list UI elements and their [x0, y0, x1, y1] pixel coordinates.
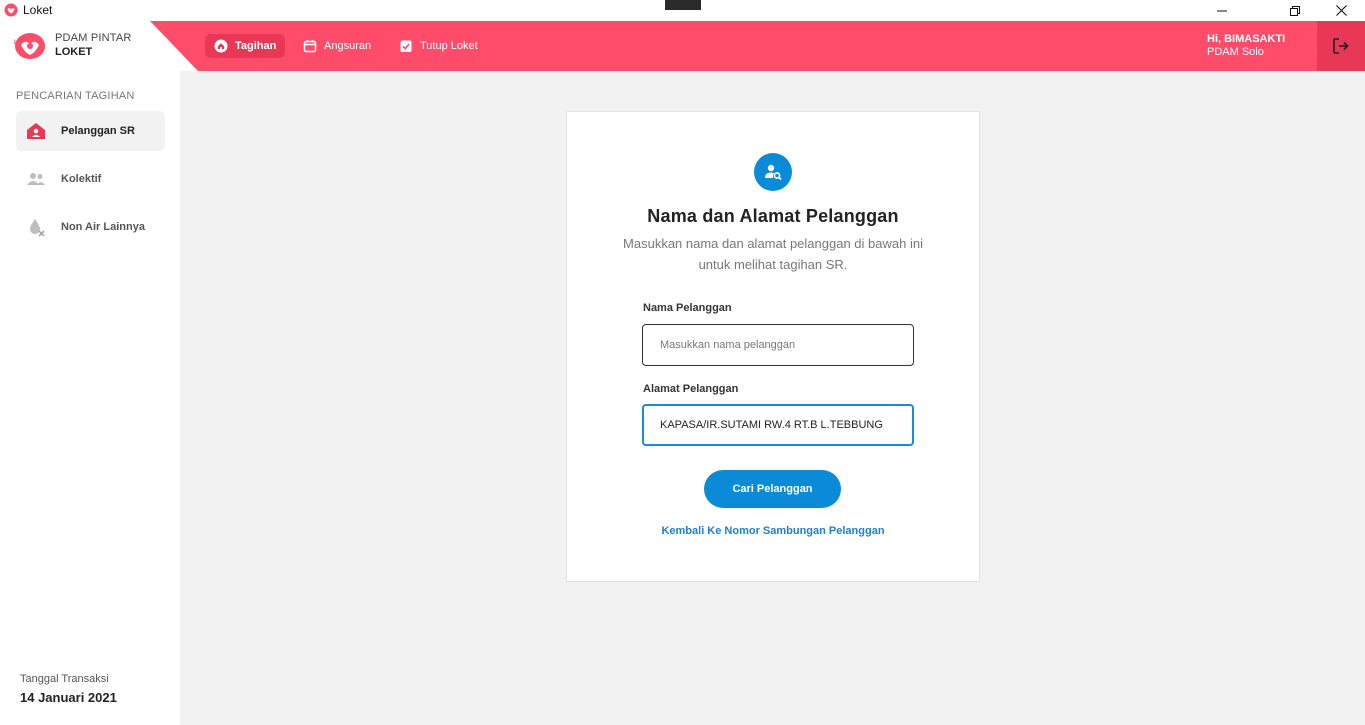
- sidebar: PENCARIAN TAGIHAN Pelanggan SR Kolektif …: [0, 71, 180, 725]
- sidebar-section-title: PENCARIAN TAGIHAN: [16, 90, 135, 102]
- window-titlebar: Loket: [0, 0, 1365, 21]
- page-title: Nama dan Alamat Pelanggan: [647, 206, 899, 226]
- window-title: Loket: [23, 3, 53, 17]
- transaction-date-label: Tanggal Transaksi: [20, 673, 109, 685]
- pdam-logo-icon: LK: [14, 33, 45, 59]
- sidebar-item-pelanggan-sr[interactable]: Pelanggan SR: [16, 111, 165, 151]
- nav-tagihan[interactable]: Tagihan: [205, 34, 286, 58]
- minimize-icon: [1217, 10, 1227, 11]
- customer-search-card: Nama dan Alamat Pelanggan Masukkan nama …: [566, 111, 980, 582]
- address-field-label: Alamat Pelanggan: [643, 383, 739, 395]
- nav-label: Angsuran: [324, 40, 372, 52]
- logout-icon: [1333, 38, 1349, 54]
- page-subtitle: Masukkan nama dan alamat pelanggan di ba…: [623, 236, 923, 272]
- search-customer-button[interactable]: Cari Pelanggan: [704, 470, 841, 508]
- calendar-icon: [303, 40, 317, 53]
- name-field-label: Nama Pelanggan: [643, 302, 732, 314]
- sidebar-item-label: Kolektif: [61, 173, 102, 185]
- back-to-connection-number-link[interactable]: Kembali Ke Nomor Sambungan Pelanggan: [567, 525, 979, 537]
- home-icon: [214, 39, 228, 53]
- restore-icon: [1290, 5, 1300, 16]
- brand-name: PDAM PINTAR: [55, 32, 132, 44]
- nav-label: Tagihan: [235, 40, 277, 52]
- water-drop-x-icon: [30, 219, 45, 237]
- customer-address-input[interactable]: [642, 404, 914, 446]
- user-search-icon: [765, 164, 782, 181]
- card-header-badge: [754, 153, 792, 191]
- app-header: LK PDAM PINTAR LOKET Tagihan Angsuran Tu…: [0, 21, 1365, 71]
- customer-name-input[interactable]: [642, 324, 914, 366]
- sidebar-item-kolektif[interactable]: Kolektif: [16, 159, 165, 199]
- house-user-icon: [27, 123, 45, 139]
- window-drag-handle[interactable]: [665, 0, 701, 10]
- sidebar-item-label: Non Air Lainnya: [61, 221, 145, 233]
- nav-tutup-loket[interactable]: Tutup Loket: [390, 34, 487, 58]
- minimize-button[interactable]: [1199, 0, 1245, 21]
- brand-subtitle: LOKET: [55, 46, 93, 58]
- user-greeting: Hi, BIMASAKTI: [1207, 33, 1286, 45]
- clipboard-check-icon: [400, 40, 412, 52]
- nav-angsuran[interactable]: Angsuran: [294, 34, 380, 58]
- logout-button[interactable]: [1317, 21, 1365, 71]
- transaction-date-value: 14 Januari 2021: [20, 690, 117, 705]
- app-logo-icon: [4, 3, 18, 17]
- sidebar-item-label: Pelanggan SR: [61, 125, 135, 137]
- sidebar-item-non-air[interactable]: Non Air Lainnya: [16, 207, 165, 247]
- brand: LK PDAM PINTAR LOKET: [0, 21, 200, 71]
- users-icon: [27, 173, 45, 185]
- svg-text:LK: LK: [14, 40, 23, 46]
- close-button[interactable]: [1318, 0, 1364, 21]
- nav-label: Tutup Loket: [420, 40, 478, 52]
- close-icon: [1335, 5, 1347, 16]
- user-organization: PDAM Solo: [1207, 46, 1264, 58]
- restore-button[interactable]: [1272, 0, 1318, 21]
